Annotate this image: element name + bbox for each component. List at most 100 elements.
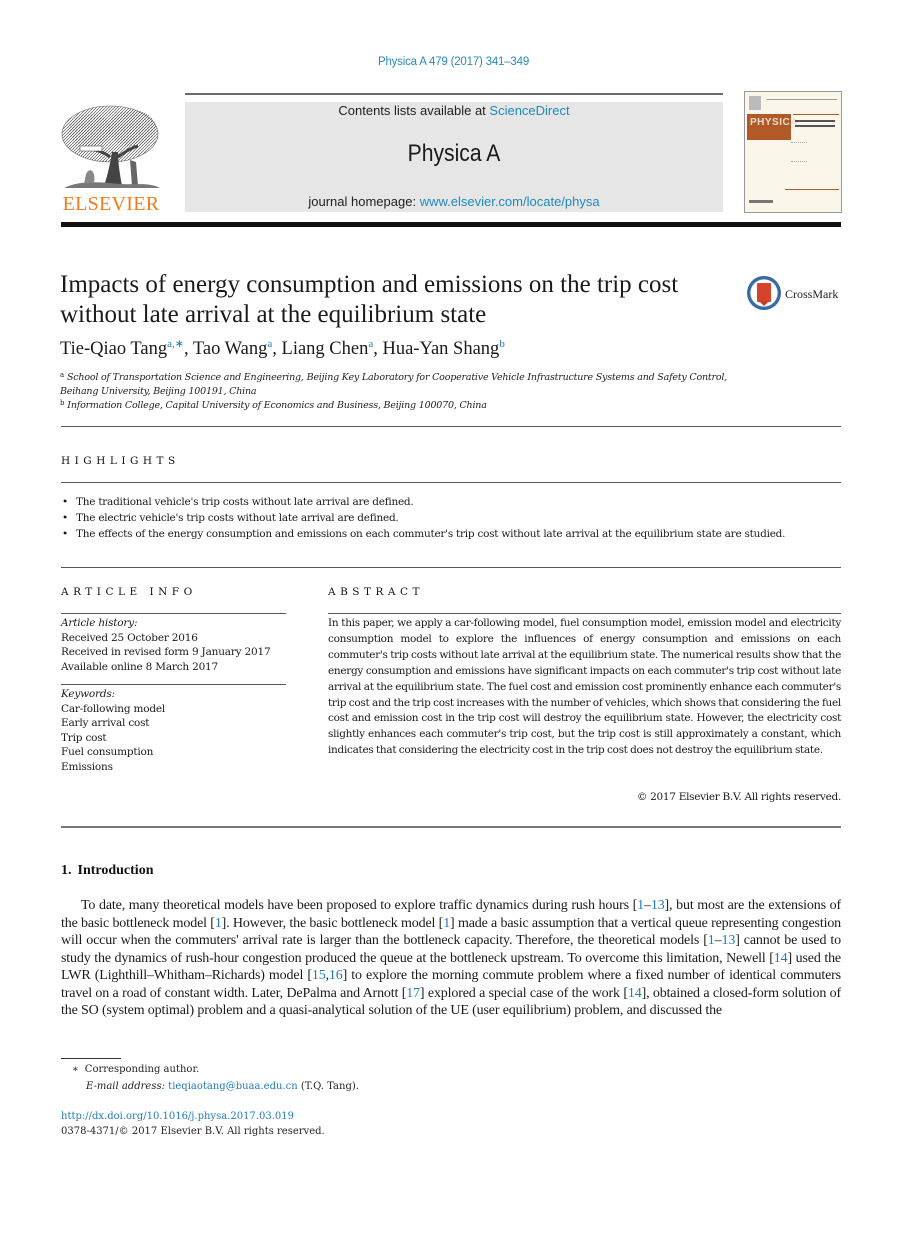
footnote-divider <box>61 1058 121 1059</box>
author-name[interactable]: Tao Wang <box>193 339 267 359</box>
citation-link[interactable]: 13 <box>651 898 665 913</box>
history-label: Article history: <box>61 617 138 629</box>
bullet-icon: • <box>62 496 68 508</box>
asterisk-mark: ∗ <box>72 1064 79 1075</box>
divider <box>61 482 841 483</box>
keyword: Early arrival cost <box>61 717 150 729</box>
sciencedirect-link[interactable]: ScienceDirect <box>489 103 569 118</box>
affiliation-text: School of Transportation Science and Eng… <box>60 372 728 397</box>
highlights-heading: HIGHLIGHTS <box>61 455 180 467</box>
footnote-email: E-mail address: tieqiaotang@buaa.edu.cn … <box>86 1081 359 1092</box>
corresponding-author-label: Corresponding author. <box>84 1064 200 1075</box>
keywords: Keywords: Car-following model Early arri… <box>61 687 165 774</box>
divider <box>61 826 841 828</box>
highlight-item: • The effects of the energy consumption a… <box>61 526 841 542</box>
section-heading-introduction: 1. Introduction <box>61 863 153 879</box>
homepage-prefix: journal homepage: <box>308 194 420 209</box>
affiliation-text: Information College, Capital University … <box>67 400 487 411</box>
citation-link[interactable]: 1 <box>215 916 222 931</box>
divider <box>61 426 841 427</box>
divider <box>328 613 841 614</box>
journal-homepage-link[interactable]: www.elsevier.com/locate/physa <box>420 194 600 209</box>
abstract-text: In this paper, we apply a car-following … <box>328 617 841 757</box>
paragraph-text: ] explored a special case of the work [ <box>419 985 628 1001</box>
cover-title: PHYSICA <box>750 117 798 128</box>
abstract-copyright: © 2017 Elsevier B.V. All rights reserved… <box>636 791 841 803</box>
elsevier-wordmark: ELSEVIER <box>62 193 160 215</box>
article-info-heading: ARTICLE INFO <box>61 586 197 598</box>
affiliation-b: b Information College, Capital University… <box>60 396 740 413</box>
issn-copyright: 0378-4371/© 2017 Elsevier B.V. All right… <box>61 1126 325 1137</box>
keyword: Fuel consumption <box>61 746 154 758</box>
author-affiliation-mark[interactable]: a,∗ <box>167 338 184 350</box>
cover-footer <box>749 200 773 203</box>
cover-rule <box>793 114 839 115</box>
keyword: Car-following model <box>61 702 166 715</box>
paragraph-text: ]. However, the basic bottleneck model [ <box>221 915 444 931</box>
crossmark-label: CrossMark <box>785 287 839 301</box>
highlight-item: • The traditional vehicle's trip costs wi… <box>61 494 841 510</box>
cover-bottom-rule <box>785 189 839 190</box>
cover-top-line <box>767 99 837 100</box>
cover-logo-icon <box>749 96 761 110</box>
divider <box>61 684 286 685</box>
citation-link[interactable]: 14 <box>774 951 788 966</box>
affiliation-a: a School of Transportation Science and En… <box>60 368 740 399</box>
doi-link[interactable]: http://dx.doi.org/10.1016/j.physa.2017.0… <box>61 1111 294 1122</box>
history-online: Available online 8 March 2017 <box>61 660 219 673</box>
highlights-list: • The traditional vehicle's trip costs wi… <box>61 494 841 542</box>
highlight-text: The traditional vehicle's trip costs wit… <box>76 496 414 508</box>
crossmark-icon <box>747 276 781 310</box>
citation-link[interactable]: 17 <box>406 986 420 1001</box>
cover-editors-block <box>791 142 807 162</box>
history-received: Received 25 October 2016 <box>61 631 198 644</box>
footnote-corresponding: ∗ Corresponding author. <box>72 1064 199 1075</box>
divider <box>61 567 841 568</box>
keywords-label: Keywords: <box>61 688 115 700</box>
affiliation-mark: b <box>60 399 65 407</box>
author-list: Tie-Qiao Tanga,∗, Tao Wanga, Liang Chena… <box>60 339 505 360</box>
affiliation-mark: a <box>60 371 64 379</box>
contents-line: Contents lists available at ScienceDirec… <box>185 103 723 118</box>
author-separator: , <box>184 339 193 359</box>
journal-reference[interactable]: Physica A 479 (2017) 341–349 <box>0 56 907 68</box>
crossmark-button[interactable]: CrossMark <box>747 275 841 315</box>
author-name[interactable]: Liang Chen <box>282 339 369 359</box>
section-title: Introduction <box>77 863 154 878</box>
email-suffix: (T.Q. Tang). <box>297 1081 359 1092</box>
highlight-text: The effects of the energy consumption an… <box>76 528 786 540</box>
abstract-heading: ABSTRACT <box>328 586 425 598</box>
author-name[interactable]: Hua-Yan Shang <box>382 339 499 359</box>
author-name[interactable]: Tie-Qiao Tang <box>60 339 167 359</box>
citation-link[interactable]: 14 <box>628 986 642 1001</box>
contents-prefix: Contents lists available at <box>338 103 490 118</box>
article-history: Article history: Received 25 October 201… <box>61 616 271 674</box>
author-affiliation-mark[interactable]: b <box>499 338 505 350</box>
cover-title-band: PHYSICA <box>747 114 797 140</box>
paragraph-text: To date, many theoretical models have be… <box>81 898 638 913</box>
cover-subtitle-line <box>795 125 835 127</box>
citation-link[interactable]: 1 <box>708 933 715 948</box>
bullet-icon: • <box>62 512 68 524</box>
homepage-line: journal homepage: www.elsevier.com/locat… <box>185 194 723 209</box>
citation-link[interactable]: 1 <box>637 898 644 913</box>
section-number: 1. <box>61 863 72 878</box>
journal-name: Physica A <box>407 140 501 167</box>
journal-reference-link[interactable]: Physica A 479 (2017) 341–349 <box>378 56 529 68</box>
citation-link[interactable]: 16 <box>329 968 343 983</box>
keyword: Trip cost <box>61 731 107 744</box>
introduction-paragraph: To date, many theoretical models have be… <box>61 897 841 1020</box>
highlight-text: The electric vehicle's trip costs withou… <box>76 512 399 524</box>
email-link[interactable]: tieqiaotang@buaa.edu.cn <box>168 1081 297 1092</box>
keyword: Emissions <box>61 760 113 773</box>
article-title: Impacts of energy consumption and emissi… <box>60 271 679 328</box>
citation-link[interactable]: 13 <box>721 933 735 948</box>
header-divider <box>185 93 723 95</box>
author-separator: , <box>272 339 282 359</box>
bullet-icon: • <box>62 528 68 540</box>
tree-icon <box>61 105 160 188</box>
journal-cover-thumbnail[interactable]: PHYSICA <box>744 91 842 213</box>
citation-link[interactable]: 15 <box>312 968 326 983</box>
header-thick-rule <box>61 222 841 227</box>
highlight-item: • The electric vehicle's trip costs witho… <box>61 510 841 526</box>
